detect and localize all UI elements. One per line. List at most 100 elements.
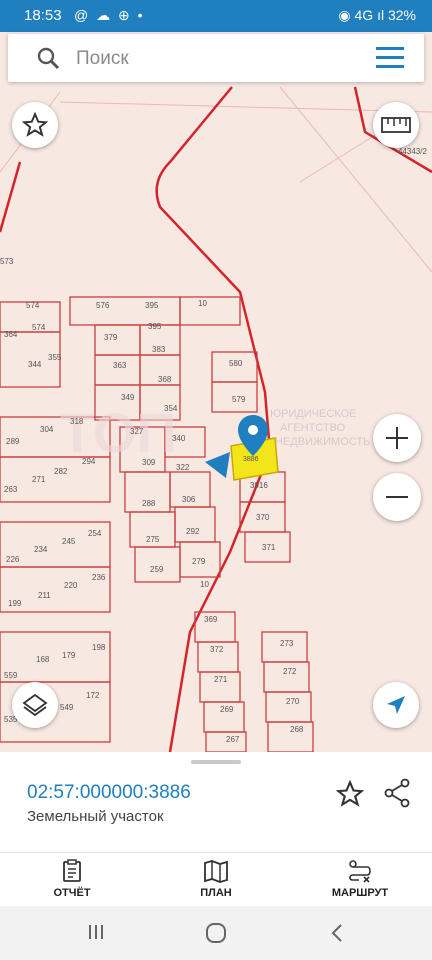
parcel-label[interactable]: 355 xyxy=(48,353,62,362)
share-icon[interactable] xyxy=(383,778,411,808)
map-icon xyxy=(204,860,228,883)
tab-report[interactable]: ОТЧЁТ xyxy=(22,859,122,899)
parcel-label[interactable]: 364 xyxy=(4,330,18,339)
tab-report-label: ОТЧЁТ xyxy=(53,887,91,899)
parcel-label[interactable]: 395 xyxy=(148,322,162,331)
search-input[interactable]: Поиск xyxy=(76,48,129,70)
parcel-label[interactable]: 198 xyxy=(92,643,106,652)
parcel-label[interactable]: 371 xyxy=(262,543,276,552)
parcel-label[interactable]: 271 xyxy=(214,675,228,684)
status-right: ◉ 4G ıl 32% xyxy=(338,7,416,24)
ruler-icon xyxy=(381,117,411,133)
parcel-label[interactable]: 168 xyxy=(36,655,50,664)
parcel-label[interactable]: 254 xyxy=(88,529,102,538)
tab-plan[interactable]: ПЛАН xyxy=(166,859,266,899)
parcel-label[interactable]: 304 xyxy=(40,425,54,434)
parcel-label[interactable]: 179 xyxy=(62,651,76,660)
parcel-label[interactable]: 282 xyxy=(54,467,68,476)
parcel-info-sheet[interactable]: 02:57:000000:3886 Земельный участок xyxy=(0,752,432,852)
navigation-arrow-icon xyxy=(387,696,405,714)
parcel-label[interactable]: 236 xyxy=(92,573,106,582)
route-icon xyxy=(349,860,371,883)
parcel-label[interactable]: 318 xyxy=(70,417,84,426)
parcel-label[interactable]: 275 xyxy=(146,535,160,544)
parcel-label[interactable]: 199 xyxy=(8,599,22,608)
battery-level: 32% xyxy=(387,7,416,23)
parcel-label[interactable]: 327 xyxy=(130,427,144,436)
parcel-label[interactable]: 559 xyxy=(4,671,18,680)
parcel-label[interactable]: 395 xyxy=(145,301,159,310)
report-icon xyxy=(63,859,81,882)
status-bar: 18:53 @ ☁ ⊕ • ◉ 4G ıl 32% xyxy=(0,0,432,32)
parcel-label[interactable]: 263 xyxy=(4,485,18,494)
parcel-label[interactable]: 576 xyxy=(96,301,110,310)
parcel-label[interactable]: 269 xyxy=(220,705,234,714)
parcel-label[interactable]: 340 xyxy=(172,434,186,443)
my-location-button[interactable] xyxy=(373,682,419,728)
parcel-label[interactable]: 272 xyxy=(283,667,297,676)
parcel-label[interactable]: 268 xyxy=(290,725,304,734)
parcel-label[interactable]: 372 xyxy=(210,645,224,654)
parcel-label[interactable]: 349 xyxy=(121,393,135,402)
tab-plan-label: ПЛАН xyxy=(200,887,232,899)
sheet-drag-handle[interactable] xyxy=(191,760,241,764)
parcel-label[interactable]: 220 xyxy=(64,581,78,590)
favorite-star-icon[interactable] xyxy=(336,780,364,808)
parcel-label[interactable]: 363 xyxy=(113,361,127,370)
parcel-label[interactable]: 172 xyxy=(86,691,100,700)
menu-icon[interactable] xyxy=(376,47,404,69)
parcel-label[interactable]: 383 xyxy=(152,345,166,354)
parcel-label[interactable]: 306 xyxy=(182,495,196,504)
parcel-label[interactable]: 3886 xyxy=(243,456,259,463)
map-canvas[interactable]: ЮРИДИЧЕСКОЕ АГЕНТСТВО НЕДВИЖИМОСТЬ ТОП 5… xyxy=(0,32,432,752)
plus-icon xyxy=(386,427,408,449)
minus-icon xyxy=(386,496,408,498)
parcel-label[interactable]: 292 xyxy=(186,527,200,536)
parcel-label[interactable]: 289 xyxy=(6,437,20,446)
parcel-label[interactable]: 573 xyxy=(0,257,14,266)
parcel-label[interactable]: 574 xyxy=(32,323,46,332)
parcel-label[interactable]: 344 xyxy=(28,360,42,369)
ruler-button[interactable] xyxy=(373,102,419,148)
parcel-label[interactable]: 10 xyxy=(200,580,209,589)
parcel-label[interactable]: 211 xyxy=(38,591,51,600)
tab-route[interactable]: МАРШРУТ xyxy=(310,859,410,899)
recent-apps-icon[interactable] xyxy=(86,923,106,941)
parcel-label[interactable]: 288 xyxy=(142,499,156,508)
parcel-label[interactable]: 579 xyxy=(232,395,246,404)
status-notification-icons: @ ☁ ⊕ • xyxy=(74,7,145,23)
parcel-label[interactable]: 273 xyxy=(280,639,294,648)
zoom-out-button[interactable] xyxy=(373,473,421,521)
parcel-label[interactable]: 267 xyxy=(226,735,240,744)
parcel-label[interactable]: 234 xyxy=(34,545,48,554)
parcel-label[interactable]: 44343/2 xyxy=(398,147,427,156)
parcel-label[interactable]: 574 xyxy=(26,301,40,310)
parcel-label[interactable]: 549 xyxy=(60,703,74,712)
cadastral-map[interactable]: ЮРИДИЧЕСКОЕ АГЕНТСТВО НЕДВИЖИМОСТЬ ТОП 5… xyxy=(0,32,432,752)
parcel-label[interactable]: 259 xyxy=(150,565,164,574)
search-bar[interactable]: Поиск xyxy=(8,34,424,82)
parcel-label[interactable]: 270 xyxy=(286,697,300,706)
parcel-label[interactable]: 354 xyxy=(164,404,178,413)
parcel-label[interactable]: 3916 xyxy=(250,481,268,490)
parcel-label[interactable]: 309 xyxy=(142,458,156,467)
status-signal-icons: ◉ 4G ıl xyxy=(338,7,385,23)
back-icon[interactable] xyxy=(330,923,344,943)
parcel-label[interactable]: 580 xyxy=(229,359,243,368)
parcel-label[interactable]: 379 xyxy=(104,333,118,342)
favorites-button[interactable] xyxy=(12,102,58,148)
parcel-label[interactable]: 369 xyxy=(204,615,218,624)
layers-button[interactable] xyxy=(12,682,58,728)
parcel-label[interactable]: 245 xyxy=(62,537,76,546)
parcel-label[interactable]: 10 xyxy=(198,299,207,308)
parcel-label[interactable]: 294 xyxy=(82,457,96,466)
parcel-label[interactable]: 368 xyxy=(158,375,172,384)
zoom-in-button[interactable] xyxy=(373,414,421,462)
parcel-label[interactable]: 322 xyxy=(176,463,190,472)
home-icon[interactable] xyxy=(205,922,227,944)
parcel-label[interactable]: 370 xyxy=(256,513,270,522)
parcel-label[interactable]: 271 xyxy=(32,475,46,484)
parcel-label[interactable]: 226 xyxy=(6,555,20,564)
parcel-label[interactable]: 279 xyxy=(192,557,206,566)
search-icon[interactable] xyxy=(36,46,60,70)
